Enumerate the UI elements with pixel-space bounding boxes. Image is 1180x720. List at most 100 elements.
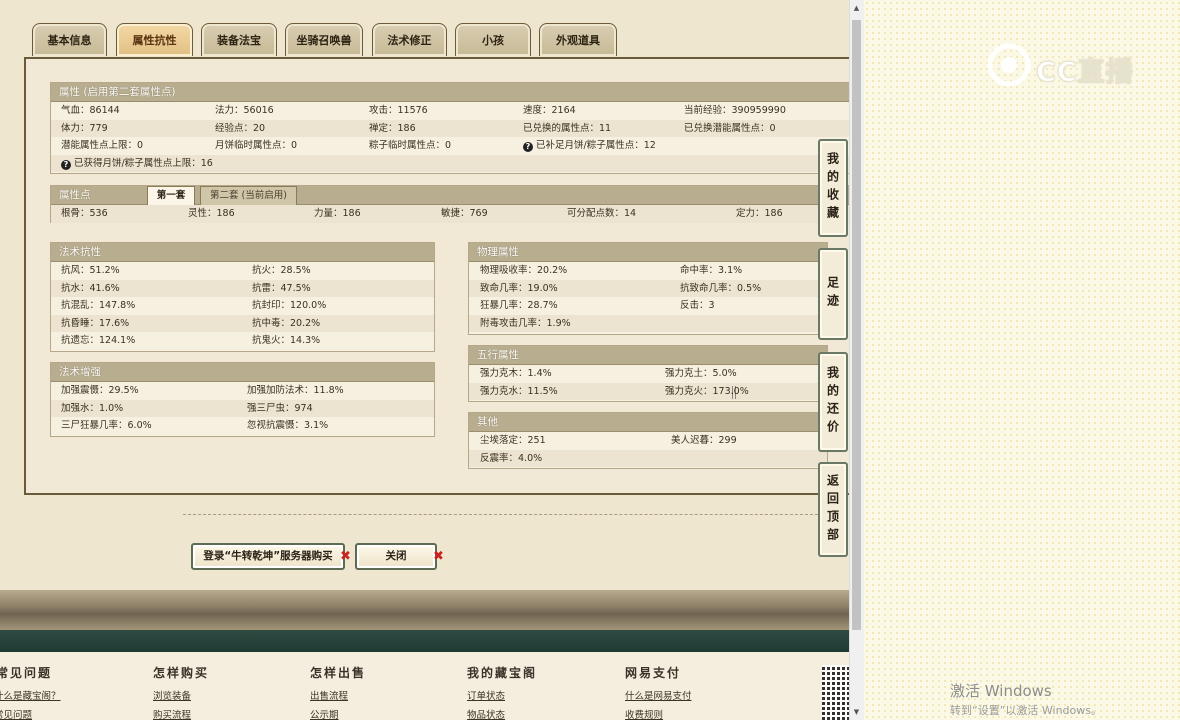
footer-link[interactable]: 收费规则 (625, 707, 663, 720)
resist-value: 抗昏睡：17.6% (61, 317, 130, 329)
enhance-row: 加强水：1.0% 强三尸虫：974 (51, 399, 434, 417)
physical-attributes-section: 物理属性 物理吸收率：20.2% 命中率：3.1% 致命几率：19.0% 抗致命几率… (468, 242, 828, 335)
tab-equipment[interactable]: 装备法宝 (201, 23, 277, 56)
resist-value: 抗风：51.2% (61, 265, 120, 276)
resist-value: 抗遗忘：124.1% (61, 335, 136, 346)
footer-band (0, 630, 849, 652)
favorites-button[interactable]: 我的收藏 (818, 139, 848, 237)
attr-exchanged-potential: 已兑换潜能属性点：0 (684, 122, 776, 134)
attributes-row: 潜能属性点上限：0 月饼临时属性点：0 粽子临时属性点：0 ? 已补足月饼/粽子属… (51, 137, 849, 155)
point-agility: 敏捷：769 (441, 208, 488, 219)
footprints-label: 足迹 (825, 276, 840, 312)
physical-row: 物理吸收率：20.2% 命中率：3.1% (469, 262, 827, 280)
spell-enhance-title: 法术增强 (51, 363, 434, 382)
tab-spell-correction[interactable]: 法术修正 (372, 23, 447, 56)
tab-basic-info[interactable]: 基本信息 (32, 23, 107, 56)
attribute-points-row: 根骨：536 灵性：186 力量：186 敏捷：769 可分配点数：14 定力：… (51, 205, 849, 223)
scroll-down-icon[interactable]: ▼ (849, 704, 864, 720)
footer-link[interactable]: 常见问题 (0, 707, 32, 720)
footer-link[interactable]: 物品状态 (467, 707, 505, 720)
other-row: 反震率：4.0% (469, 449, 827, 467)
other-section: 其他 尘埃落定：251 美人迟暮：299 反震率：4.0% (468, 412, 828, 469)
footer-heading: 我的藏宝阁 (467, 666, 538, 680)
attr-meditation: 禅定：186 (369, 122, 416, 134)
physical-value: 命中率：3.1% (680, 265, 743, 276)
login-buy-button[interactable]: 登录“牛转乾坤”服务器购买 (191, 543, 345, 570)
qr-code-icon (822, 665, 849, 720)
other-value: 尘埃落定：251 (480, 435, 546, 446)
enhance-value: 加强加防法术：11.8% (247, 385, 344, 396)
attr-mp: 法力：56016 (215, 105, 274, 116)
spell-resist-section: 法术抗性 抗风：51.2% 抗火：28.5% 抗水：41.6% 抗雷：47.5% 抗… (50, 242, 435, 352)
footer-link[interactable]: 公示期 (310, 707, 339, 720)
resist-value: 抗鬼火：14.3% (252, 335, 321, 346)
footprints-button[interactable]: 足迹 (818, 248, 848, 340)
resist-value: 抗雷：47.5% (252, 282, 311, 294)
resist-row: 抗昏睡：17.6% 抗中毒：20.2% (51, 314, 434, 332)
attr-zongzi-temp: 粽子临时属性点：0 (369, 140, 452, 151)
page-content: 基本信息 属性抗性 装备法宝 坐骑召唤兽 法术修正 小孩 外观道具 属性 (启用… (0, 0, 849, 720)
attr-stamina: 体力：779 (61, 122, 108, 134)
tab-mounts-pets[interactable]: 坐骑召唤兽 (285, 23, 363, 56)
back-to-top-label: 返回顶部 (825, 473, 840, 546)
my-offers-label: 我的还价 (825, 366, 840, 438)
tab-point-set-1[interactable]: 第一套 (147, 186, 195, 205)
footer-link[interactable]: 购买流程 (153, 707, 191, 720)
text-cursor-icon (732, 386, 736, 399)
physical-attributes-title: 物理属性 (469, 243, 827, 262)
divider (183, 514, 823, 515)
close-x-icon: ✖ (433, 549, 444, 564)
attr-hp: 气血：86144 (61, 105, 120, 116)
windows-activation-title: 激活 Windows (950, 682, 1052, 700)
spell-enhance-section: 法术增强 加强震慑：29.5% 加强加防法术：11.8% 加强水：1.0% 强三尸虫… (50, 362, 435, 437)
attr-refilled-label: 已补足月饼/粽子属性点：12 (536, 140, 656, 151)
decorative-band (0, 590, 849, 630)
attr-exp-points: 经验点：20 (215, 122, 266, 134)
footer-link[interactable]: 订单状态 (467, 688, 505, 702)
point-spirit: 灵性：186 (188, 208, 235, 219)
help-icon[interactable]: ? (523, 142, 533, 152)
enhance-row: 三尸狂暴几率：6.0% 忽视抗震慑：3.1% (51, 417, 434, 435)
help-icon[interactable]: ? (61, 159, 71, 170)
tab-point-set-2[interactable]: 第二套 (当前启用) (200, 186, 297, 205)
attr-potential-cap: 潜能属性点上限：0 (61, 140, 144, 151)
attributes-row: 气血：86144 法力：56016 攻击：11576 速度：2164 当前经验：… (51, 102, 849, 120)
attr-exchanged-points: 已兑换的属性点：11 (523, 122, 612, 134)
footer-link[interactable]: 什么是藏宝阁？ (0, 688, 61, 702)
close-button[interactable]: 关闭 (355, 543, 437, 570)
resist-row: 抗混乱：147.8% 抗封印：120.0% (51, 297, 434, 315)
resist-value: 抗中毒：20.2% (252, 317, 321, 329)
resist-value: 抗混乱：147.8% (61, 300, 136, 311)
element-value: 强力克木：1.4% (480, 368, 552, 379)
empty-right-pane (864, 0, 1180, 720)
physical-value: 抗致命几率：0.5% (680, 282, 762, 294)
other-row: 尘埃落定：251 美人迟暮：299 (469, 432, 827, 450)
attributes-row: ? 已获得月饼/粽子属性点上限：16 (51, 154, 849, 172)
footer (0, 652, 849, 720)
footer-link[interactable]: 出售流程 (310, 688, 348, 702)
attributes-title: 属性 (启用第二套属性点) (51, 83, 849, 102)
my-offers-button[interactable]: 我的还价 (818, 352, 848, 452)
enhance-row: 加强震慑：29.5% 加强加防法术：11.8% (51, 382, 434, 400)
element-value: 强力克水：11.5% (480, 385, 558, 397)
tab-appearance[interactable]: 外观道具 (539, 23, 617, 56)
point-constitution: 根骨：536 (61, 208, 108, 219)
five-elements-section: 五行属性 强力克木：1.4% 强力克土：5.0% 强力克水：11.5% 强力克火：1… (468, 345, 828, 402)
scrollbar-thumb[interactable] (852, 20, 861, 630)
point-assignable: 可分配点数：14 (567, 208, 637, 219)
other-value: 反震率：4.0% (480, 452, 543, 464)
footer-heading: 怎样购买 (153, 666, 210, 680)
footer-link[interactable]: 什么是网易支付 (625, 688, 692, 702)
other-title: 其他 (469, 413, 827, 432)
back-to-top-button[interactable]: 返回顶部 (818, 462, 848, 557)
resist-value: 抗水：41.6% (61, 282, 120, 294)
resist-row: 抗水：41.6% 抗雷：47.5% (51, 279, 434, 297)
tab-attributes-resist[interactable]: 属性抗性 (116, 23, 193, 56)
physical-value: 附毒攻击几率：1.9% (480, 317, 571, 329)
physical-value: 物理吸收率：20.2% (480, 265, 568, 276)
footer-link[interactable]: 浏览装备 (153, 688, 191, 702)
attr-refilled: ? 已补足月饼/粽子属性点：12 (523, 137, 656, 155)
scroll-up-icon[interactable]: ▲ (849, 0, 864, 16)
enhance-value: 三尸狂暴几率：6.0% (61, 420, 152, 431)
tab-child[interactable]: 小孩 (455, 23, 531, 56)
